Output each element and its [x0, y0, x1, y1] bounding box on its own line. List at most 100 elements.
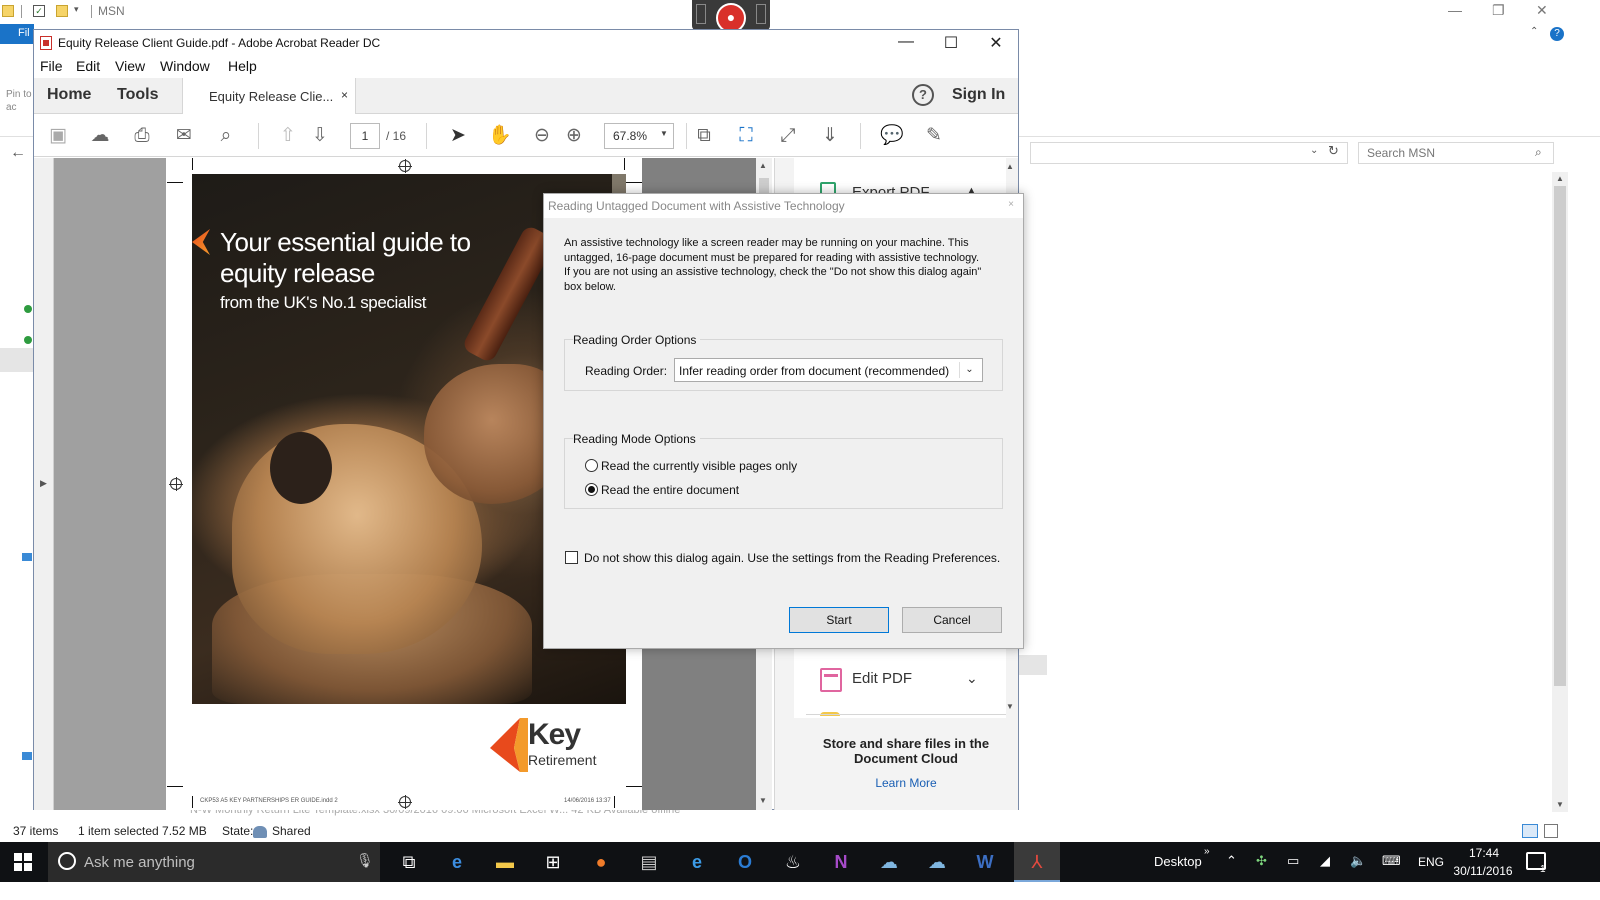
- cortana-search-placeholder[interactable]: Ask me anything: [84, 854, 195, 871]
- document-tab[interactable]: Equity Release Clie... ×: [182, 78, 356, 114]
- search-icon[interactable]: ⌕: [1535, 145, 1542, 160]
- keyboard-icon[interactable]: ⌨: [1382, 853, 1401, 869]
- edit-pdf-tool[interactable]: Edit PDF: [852, 670, 912, 687]
- microphone-icon[interactable]: 🎙: [356, 852, 374, 869]
- refresh-icon[interactable]: ↻: [1328, 143, 1339, 159]
- highlight-pen-icon[interactable]: ✎: [922, 124, 946, 148]
- view-mode-buttons[interactable]: [1520, 822, 1560, 840]
- explorer-close-button[interactable]: ✕: [1536, 2, 1548, 19]
- dropbox-icon[interactable]: ✣: [1256, 853, 1267, 869]
- menu-window[interactable]: Window: [160, 58, 210, 74]
- explorer-search-input[interactable]: Search MSN: [1358, 142, 1554, 164]
- outlook-icon[interactable]: O: [730, 848, 760, 876]
- back-arrow-icon[interactable]: ←: [10, 144, 26, 162]
- reading-order-select[interactable]: Infer reading order from document (recom…: [674, 358, 983, 382]
- select-cursor-icon[interactable]: ➤: [446, 124, 470, 148]
- tab-home[interactable]: Home: [47, 86, 91, 104]
- dont-show-again-label[interactable]: Do not show this dialog again. Use the s…: [584, 551, 1000, 565]
- explorer-scroll-thumb[interactable]: [1554, 186, 1566, 686]
- network-computer-icon[interactable]: ▤: [634, 848, 664, 876]
- wifi-icon[interactable]: ◢: [1320, 853, 1330, 869]
- pane-scroll-up-icon[interactable]: ▲: [1006, 162, 1014, 171]
- scroll-up-icon[interactable]: ▲: [1556, 174, 1564, 183]
- edit-pdf-icon[interactable]: [820, 668, 842, 692]
- file-explorer-icon[interactable]: ▬: [490, 848, 520, 876]
- pane-scroll-down-icon[interactable]: ▼: [1006, 702, 1014, 711]
- word-icon[interactable]: W: [970, 848, 1000, 876]
- find-search-icon[interactable]: ⌕: [214, 124, 238, 148]
- upload-cloud-icon[interactable]: ☁: [88, 124, 112, 148]
- previous-page-icon[interactable]: ⇧: [276, 124, 300, 148]
- language-indicator[interactable]: ENG: [1418, 855, 1444, 869]
- details-view-icon[interactable]: [1522, 824, 1538, 838]
- close-button[interactable]: ✕: [981, 33, 1011, 53]
- store-icon[interactable]: ⊞: [538, 848, 568, 876]
- minimize-button[interactable]: —: [891, 33, 921, 51]
- new-folder-icon[interactable]: [56, 5, 68, 17]
- dont-show-again-checkbox[interactable]: [565, 551, 578, 564]
- tab-tools[interactable]: Tools: [117, 86, 158, 104]
- acrobat-icon[interactable]: ⅄: [1022, 848, 1052, 876]
- chevron-down-icon[interactable]: ⌄: [966, 670, 978, 687]
- fit-page-icon[interactable]: ⛶: [734, 124, 758, 148]
- page-number-input[interactable]: 1: [350, 123, 380, 149]
- remote-desktop-icon[interactable]: ☁: [874, 848, 904, 876]
- mode-visible-label[interactable]: Read the currently visible pages only: [601, 459, 797, 473]
- clock-time[interactable]: 17:44: [1454, 846, 1514, 860]
- clock-date[interactable]: 30/11/2016: [1448, 864, 1518, 878]
- app-flame-icon[interactable]: ♨: [778, 848, 808, 876]
- double-chevron-icon[interactable]: »: [1204, 846, 1210, 857]
- zoom-in-icon[interactable]: ⊕: [562, 124, 586, 148]
- menu-help[interactable]: Help: [228, 58, 257, 74]
- sign-in-button[interactable]: Sign In: [952, 86, 1005, 104]
- show-hidden-icons-icon[interactable]: ⌃: [1226, 853, 1237, 869]
- comment-icon[interactable]: 💬: [880, 124, 904, 148]
- large-icons-view-icon[interactable]: [1544, 824, 1558, 838]
- learn-more-link[interactable]: Learn More: [810, 776, 1002, 790]
- menu-edit[interactable]: Edit: [76, 58, 100, 74]
- mode-entire-label[interactable]: Read the entire document: [601, 483, 739, 497]
- help-icon[interactable]: ?: [912, 84, 934, 106]
- explorer-restore-button[interactable]: ❐: [1492, 2, 1505, 19]
- firefox-icon[interactable]: ●: [586, 848, 616, 876]
- recorder-left-controls[interactable]: [696, 4, 706, 24]
- page-display-icon[interactable]: ⧉: [692, 124, 716, 148]
- scroll-up-icon[interactable]: ▲: [759, 161, 767, 170]
- start-button[interactable]: Start: [789, 607, 889, 633]
- chevron-down-icon[interactable]: ⌄: [959, 362, 979, 378]
- scroll-down-icon[interactable]: ▼: [759, 796, 767, 805]
- scroll-mode-icon[interactable]: ⇓: [818, 124, 842, 148]
- mode-visible-radio[interactable]: [585, 459, 598, 472]
- chevron-down-icon[interactable]: ▼: [660, 129, 668, 138]
- next-page-icon[interactable]: ⇩: [308, 124, 332, 148]
- edge-browser-icon[interactable]: e: [442, 848, 472, 876]
- hand-tool-icon[interactable]: ✋: [488, 124, 512, 148]
- zoom-out-icon[interactable]: ⊖: [530, 124, 554, 148]
- onenote-icon[interactable]: N: [826, 848, 856, 876]
- explorer-minimize-button[interactable]: —: [1448, 2, 1462, 18]
- scroll-down-icon[interactable]: ▼: [1556, 800, 1564, 809]
- maximize-button[interactable]: ☐: [936, 33, 966, 53]
- print-icon[interactable]: ⎙: [130, 124, 154, 148]
- internet-explorer-icon[interactable]: e: [682, 848, 712, 876]
- volume-icon[interactable]: 🔈: [1350, 853, 1366, 869]
- remote-desktop-2-icon[interactable]: ☁: [922, 848, 952, 876]
- mode-entire-radio[interactable]: [585, 483, 598, 496]
- recorder-right-controls[interactable]: [756, 4, 766, 24]
- full-screen-icon[interactable]: ⤢: [776, 124, 800, 148]
- qa-dropdown-icon[interactable]: ▾: [74, 4, 79, 15]
- desktop-toolbar-label[interactable]: Desktop: [1154, 854, 1202, 869]
- dialog-close-icon[interactable]: ×: [1002, 196, 1020, 214]
- task-view-icon[interactable]: ⧉: [394, 848, 424, 876]
- document-tab-close-icon[interactable]: ×: [341, 88, 348, 102]
- menu-view[interactable]: View: [115, 58, 145, 74]
- battery-icon[interactable]: ▭: [1287, 853, 1299, 869]
- address-dropdown-icon[interactable]: ⌄: [1310, 145, 1318, 156]
- help-icon[interactable]: ?: [1550, 27, 1564, 41]
- checkbox-properties-icon[interactable]: ✓: [33, 5, 45, 17]
- windows-start-icon[interactable]: [14, 853, 32, 871]
- cancel-button[interactable]: Cancel: [902, 607, 1002, 633]
- menu-file[interactable]: File: [40, 58, 63, 74]
- save-icon[interactable]: ▣: [46, 124, 70, 148]
- expand-pane-icon[interactable]: ▶: [40, 478, 47, 489]
